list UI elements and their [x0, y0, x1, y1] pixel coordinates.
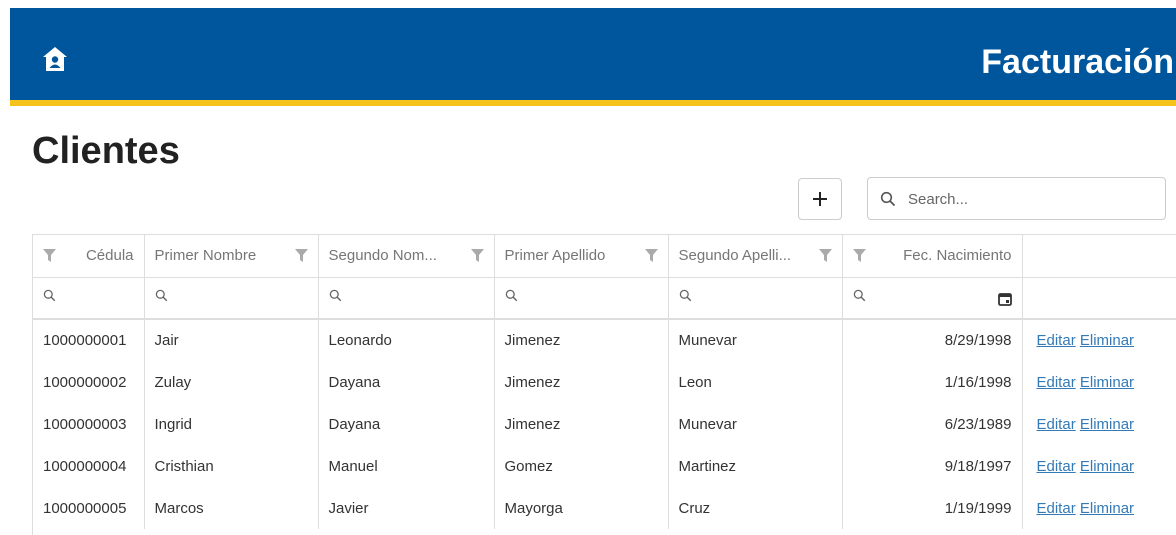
column-header-segundo-nombre[interactable]: Segundo Nom... — [318, 235, 495, 278]
table-row[interactable]: 1000000001 Jair Leonardo Jimenez Munevar… — [33, 319, 1176, 361]
cell-segundo-apellido: Martinez — [668, 445, 843, 487]
search-input[interactable] — [906, 186, 1160, 212]
cell-segundo-nombre: Leonardo — [318, 319, 495, 361]
table-row[interactable]: 1000000002 Zulay Dayana Jimenez Leon 1/1… — [33, 361, 1176, 403]
table-row[interactable]: 1000000005 Marcos Javier Mayorga Cruz 1/… — [33, 487, 1176, 529]
delete-link[interactable]: Eliminar — [1080, 500, 1134, 517]
cell-segundo-apellido: Cruz — [668, 487, 843, 529]
column-header-primer-nombre[interactable]: Primer Nombre — [144, 235, 319, 278]
filter-icon[interactable] — [43, 249, 56, 263]
search-icon — [505, 289, 517, 302]
cell-cedula: 1000000003 — [33, 403, 145, 445]
column-label: Fec. Nacimiento — [903, 247, 1012, 265]
column-label: Cédula — [85, 247, 134, 265]
column-label: Segundo Nom... — [328, 247, 437, 265]
cell-primer-apellido: Jimenez — [494, 403, 669, 445]
add-client-button[interactable] — [798, 178, 842, 220]
cell-fec-nacimiento: 1/16/1998 — [842, 361, 1023, 403]
cell-segundo-nombre: Javier — [318, 487, 495, 529]
cell-segundo-apellido: Leon — [668, 361, 843, 403]
cell-primer-nombre: Zulay — [144, 361, 319, 403]
column-label: Primer Apellido — [504, 247, 606, 265]
search-icon — [43, 289, 56, 302]
delete-link[interactable]: Eliminar — [1080, 458, 1134, 475]
filter-icon[interactable] — [470, 249, 484, 263]
filter-cell-primer-nombre[interactable] — [144, 277, 319, 320]
filter-cell-cedula[interactable] — [33, 277, 145, 320]
plus-icon — [813, 192, 827, 206]
cell-cedula: 1000000005 — [33, 487, 145, 529]
cell-fec-nacimiento: 6/23/1989 — [842, 403, 1023, 445]
search-icon — [329, 289, 341, 302]
cell-cedula: 1000000004 — [33, 445, 145, 487]
filter-cell-actions — [1022, 277, 1176, 320]
filter-cell-segundo-nombre[interactable] — [318, 277, 495, 320]
column-header-actions — [1022, 235, 1176, 278]
filter-icon[interactable] — [818, 249, 832, 263]
cell-segundo-nombre: Dayana — [318, 361, 495, 403]
cell-cedula: 1000000002 — [33, 361, 145, 403]
cell-segundo-nombre: Manuel — [318, 445, 495, 487]
table-row[interactable]: 1000000004 Cristhian Manuel Gomez Martin… — [33, 445, 1176, 487]
search-icon — [155, 289, 167, 302]
filter-icon[interactable] — [852, 249, 866, 263]
column-header-segundo-apellido[interactable]: Segundo Apelli... — [668, 235, 843, 278]
cell-fec-nacimiento: 9/18/1997 — [842, 445, 1023, 487]
filter-icon[interactable] — [644, 249, 658, 263]
delete-link[interactable]: Eliminar — [1080, 416, 1134, 433]
cell-fec-nacimiento: 1/19/1999 — [842, 487, 1023, 529]
app-title: Facturación — [981, 43, 1174, 81]
cell-actions: Editar Eliminar — [1022, 319, 1176, 361]
cell-primer-apellido: Jimenez — [494, 361, 669, 403]
edit-link[interactable]: Editar — [1037, 500, 1076, 517]
delete-link[interactable]: Eliminar — [1080, 374, 1134, 391]
cell-fec-nacimiento: 8/29/1998 — [842, 319, 1023, 361]
table-row[interactable]: 1000000003 Ingrid Dayana Jimenez Munevar… — [33, 403, 1176, 445]
cell-actions: Editar Eliminar — [1022, 361, 1176, 403]
cell-primer-nombre: Cristhian — [144, 445, 319, 487]
search-icon — [853, 289, 865, 302]
filter-cell-primer-apellido[interactable] — [494, 277, 669, 320]
home-icon[interactable] — [42, 46, 68, 72]
edit-link[interactable]: Editar — [1037, 374, 1076, 391]
cell-primer-apellido: Jimenez — [494, 319, 669, 361]
edit-link[interactable]: Editar — [1037, 458, 1076, 475]
calendar-icon[interactable] — [997, 292, 1012, 306]
cell-segundo-apellido: Munevar — [668, 319, 843, 361]
cell-primer-nombre: Jair — [144, 319, 319, 361]
column-label: Primer Nombre — [154, 247, 257, 265]
column-header-cedula[interactable]: Cédula — [33, 235, 145, 278]
search-box[interactable] — [867, 177, 1166, 220]
filter-cell-segundo-apellido[interactable] — [668, 277, 843, 320]
cell-segundo-nombre: Dayana — [318, 403, 495, 445]
delete-link[interactable]: Eliminar — [1080, 332, 1134, 349]
cell-cedula: 1000000001 — [33, 319, 145, 361]
column-header-fec-nacimiento[interactable]: Fec. Nacimiento — [842, 235, 1023, 278]
cell-actions: Editar Eliminar — [1022, 487, 1176, 529]
clients-grid: Cédula Primer Nombre Segundo Nom... Prim… — [32, 234, 1176, 535]
column-label: Segundo Apelli... — [678, 247, 792, 265]
search-icon — [880, 191, 896, 207]
header-accent-stripe — [10, 100, 1176, 106]
cell-actions: Editar Eliminar — [1022, 403, 1176, 445]
cell-primer-nombre: Ingrid — [144, 403, 319, 445]
filter-icon[interactable] — [294, 249, 308, 263]
cell-primer-nombre: Marcos — [144, 487, 319, 529]
column-header-primer-apellido[interactable]: Primer Apellido — [494, 235, 669, 278]
filter-cell-fec-nacimiento[interactable] — [842, 277, 1023, 320]
cell-actions: Editar Eliminar — [1022, 445, 1176, 487]
app-header: Facturación — [10, 8, 1176, 100]
cell-primer-apellido: Mayorga — [494, 487, 669, 529]
page-title: Clientes — [32, 130, 180, 172]
edit-link[interactable]: Editar — [1037, 332, 1076, 349]
cell-primer-apellido: Gomez — [494, 445, 669, 487]
cell-segundo-apellido: Munevar — [668, 403, 843, 445]
search-icon — [679, 289, 691, 302]
edit-link[interactable]: Editar — [1037, 416, 1076, 433]
